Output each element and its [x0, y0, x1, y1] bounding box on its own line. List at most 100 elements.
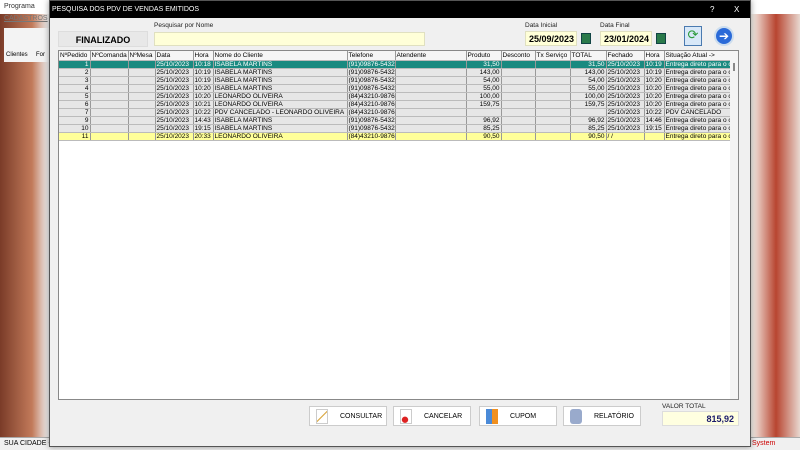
column-header[interactable]: TOTAL: [570, 51, 607, 61]
table-cell: 96,92: [466, 116, 502, 125]
table-cell: 6: [59, 100, 91, 109]
table-row[interactable]: 3 25/10/2023 10:19 ISABELA MARTINS (91)09876…: [59, 76, 732, 85]
table-cell: [128, 92, 156, 101]
table-row[interactable]: 4 25/10/2023 10:20 ISABELA MARTINS (91)09876…: [59, 84, 732, 93]
table-row[interactable]: 9 25/10/2023 14:43 ISABELA MARTINS (91)09876…: [59, 116, 732, 125]
table-cell: 25/10/2023: [606, 84, 645, 93]
table-row[interactable]: 1 25/10/2023 10:18 ISABELA MARTINS (91)09876…: [59, 60, 732, 69]
receipt-icon: [486, 408, 498, 424]
date-end-input[interactable]: 23/01/2024: [600, 31, 652, 46]
search-input[interactable]: [154, 32, 425, 46]
table-cell: 10:19: [644, 60, 665, 69]
table-row[interactable]: 2 25/10/2023 10:19 ISABELA MARTINS (91)09876…: [59, 68, 732, 77]
column-header[interactable]: Situação Atual ->: [664, 51, 732, 61]
table-cell: [128, 132, 156, 141]
table-cell: 25/10/2023: [155, 132, 194, 141]
table-cell: [395, 100, 467, 109]
column-header[interactable]: Produto: [466, 51, 502, 61]
relatorio-label: RELATÓRIO: [594, 412, 634, 420]
table-cell: [501, 116, 536, 125]
table-cell: [90, 124, 129, 133]
table-cell: (91)09876-5432: [347, 76, 396, 85]
table-cell: 25/10/2023: [606, 68, 645, 77]
column-header[interactable]: Desconto: [501, 51, 536, 61]
table-row[interactable]: 5 25/10/2023 10:20 LEONARDO OLIVEIRA (84)432…: [59, 92, 732, 101]
table-cell: 31,50: [570, 60, 607, 69]
table-cell: Entrega direto para o cli: [664, 76, 732, 85]
column-header[interactable]: Fechado: [606, 51, 645, 61]
vertical-scrollbar[interactable]: [730, 51, 738, 399]
cancelar-label: CANCELAR: [424, 412, 463, 420]
table-cell: 7: [59, 108, 91, 117]
column-header[interactable]: NºPedido: [59, 51, 91, 61]
table-cell: [395, 108, 467, 117]
consultar-button[interactable]: CONSULTAR: [309, 406, 387, 426]
table-row[interactable]: 6 25/10/2023 10:21 LEONARDO OLIVEIRA (84)432…: [59, 100, 732, 109]
table-cell: (84)43210-9876: [347, 100, 396, 109]
table-cell: [90, 76, 129, 85]
printer-icon: [570, 408, 582, 424]
clientes-button[interactable]: Clientes: [6, 52, 28, 58]
table-cell: [501, 100, 536, 109]
table-cell: 90,50: [466, 132, 502, 141]
cancelar-button[interactable]: CANCELAR: [393, 406, 471, 426]
column-header[interactable]: Telefone: [347, 51, 396, 61]
status-filter-button[interactable]: FINALIZADO: [58, 31, 148, 47]
table-cell: 159,75: [570, 100, 607, 109]
column-header[interactable]: NºMesa: [128, 51, 156, 61]
table-cell: 10: [59, 124, 91, 133]
table-cell: 25/10/2023: [155, 84, 194, 93]
column-header[interactable]: Hora: [193, 51, 214, 61]
help-button[interactable]: ?: [710, 5, 714, 14]
table-cell: [128, 76, 156, 85]
table-cell: Entrega direto para o cli: [664, 68, 732, 77]
table-cell: 10:18: [193, 60, 214, 69]
table-cell: 1: [59, 60, 91, 69]
dialog-title: PESQUISA DOS PDV DE VENDAS EMITIDOS: [52, 6, 200, 13]
table-cell: [466, 108, 502, 117]
relatorio-button[interactable]: RELATÓRIO: [563, 406, 641, 426]
table-cell: 2: [59, 68, 91, 77]
table-cell: Entrega direto para o cli: [664, 124, 732, 133]
calendar-icon[interactable]: [581, 33, 591, 44]
column-header[interactable]: Tx Serviço: [535, 51, 571, 61]
cupom-label: CUPOM: [510, 412, 537, 420]
refresh-icon[interactable]: ⟳: [684, 26, 702, 46]
menu-cadastros[interactable]: CADASTROS: [4, 15, 48, 22]
app-toolbar: Clientes For: [4, 28, 49, 62]
table-cell: LEONARDO OLIVEIRA: [213, 100, 348, 109]
table-cell: [535, 124, 571, 133]
close-button[interactable]: X: [734, 5, 739, 14]
table-cell: [535, 132, 571, 141]
column-header[interactable]: Nome do Cliente: [213, 51, 348, 61]
fornecedores-button[interactable]: For: [36, 52, 45, 58]
status-system: System: [752, 440, 776, 447]
table-cell: 25/10/2023: [155, 92, 194, 101]
scroll-thumb[interactable]: [733, 63, 735, 71]
column-header[interactable]: Atendente: [395, 51, 467, 61]
arrow-right-icon[interactable]: ➔: [714, 26, 734, 46]
orders-grid[interactable]: NºPedido NºComanda NºMesa Data Hora Nome do C…: [58, 50, 739, 400]
table-cell: LEONARDO OLIVEIRA: [213, 132, 348, 141]
table-cell: [90, 100, 129, 109]
cupom-button[interactable]: CUPOM: [479, 406, 557, 426]
column-header[interactable]: Data: [155, 51, 194, 61]
column-header[interactable]: Hora: [644, 51, 665, 61]
table-cell: [128, 116, 156, 125]
table-cell: 25/10/2023: [606, 108, 645, 117]
column-header[interactable]: NºComanda: [90, 51, 129, 61]
table-cell: 10:20: [644, 100, 665, 109]
table-cell: [395, 76, 467, 85]
table-row[interactable]: 11 25/10/2023 20:33 LEONARDO OLIVEIRA (84)43…: [59, 132, 732, 141]
table-cell: (84)43210-9876: [347, 132, 396, 141]
table-cell: [501, 68, 536, 77]
table-cell: 25/10/2023: [155, 76, 194, 85]
date-start-label: Data Inicial: [525, 22, 558, 29]
table-cell: 159,75: [466, 100, 502, 109]
table-row[interactable]: 7 25/10/2023 10:22 PDV CANCELADO - LEONARDO…: [59, 108, 732, 117]
table-cell: 25/10/2023: [606, 116, 645, 125]
date-start-input[interactable]: 25/09/2023: [525, 31, 577, 46]
calendar-icon[interactable]: [656, 33, 666, 44]
table-row[interactable]: 10 25/10/2023 19:15 ISABELA MARTINS (91)0987…: [59, 124, 732, 133]
table-cell: [395, 116, 467, 125]
